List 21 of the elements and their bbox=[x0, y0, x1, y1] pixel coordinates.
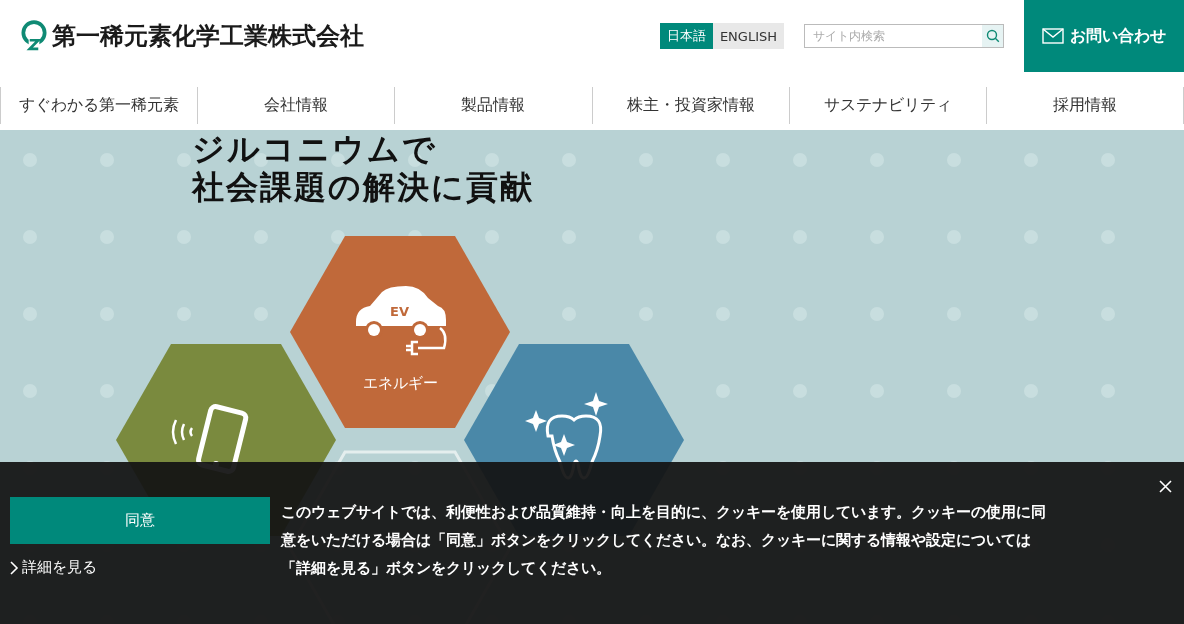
details-link[interactable]: 詳細を見る bbox=[10, 558, 270, 577]
logo-icon bbox=[20, 20, 48, 52]
close-icon bbox=[1159, 480, 1172, 493]
contact-button[interactable]: お問い合わせ bbox=[1024, 0, 1184, 72]
nav-link[interactable]: 株主・投資家情報 bbox=[591, 87, 789, 124]
language-toggle[interactable]: ENGLISH bbox=[712, 23, 784, 49]
company-name[interactable]: 第一稀元素化学工業株式会社 bbox=[52, 20, 364, 52]
envelope-icon bbox=[1042, 28, 1064, 44]
cookie-message: このウェブサイトでは、利便性および品質維持・向上を目的に、クッキーを使用しています。クッキーの使用に同意をいただける場合は「同意」ボタンをクリックしてください。なお、クッキーに関する情報や設定については「詳細を見る」ボタンをクリックしてください。 bbox=[281, 503, 1047, 578]
nav-link[interactable]: 会社情報 bbox=[197, 87, 395, 124]
category-label: エネルギー bbox=[362, 374, 438, 392]
headline-text: ジルコニウムで bbox=[192, 130, 438, 168]
agree-button[interactable]: 同意 bbox=[10, 497, 270, 544]
nav-link[interactable]: すぐわかる第一稀元素 bbox=[0, 87, 198, 124]
chevron-right-icon bbox=[10, 560, 19, 575]
nav-link[interactable]: サステナビリティ bbox=[788, 87, 986, 124]
headline-text: 社会課題の解決に貢献 bbox=[192, 168, 534, 206]
close-button[interactable] bbox=[1157, 478, 1174, 495]
language-toggle[interactable]: 日本語 bbox=[659, 23, 713, 49]
nav-link[interactable]: 採用情報 bbox=[985, 87, 1184, 124]
nav-link[interactable]: 製品情報 bbox=[394, 87, 592, 124]
